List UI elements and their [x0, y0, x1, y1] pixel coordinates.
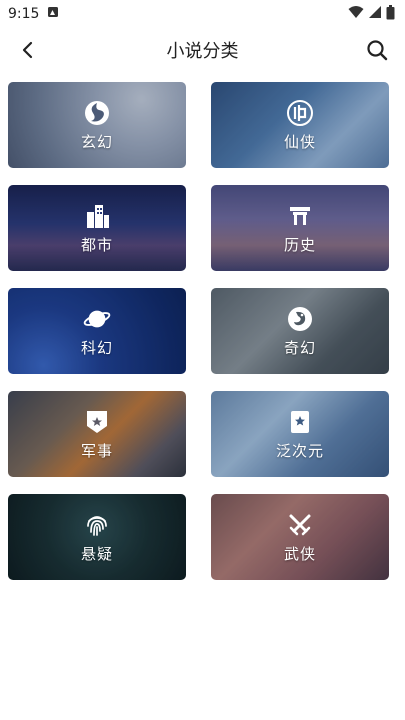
crossed-swords-icon — [286, 511, 314, 539]
category-card-xianxia[interactable]: 仙侠 — [211, 82, 389, 168]
category-label: 科幻 — [80, 338, 113, 357]
category-card-junshi[interactable]: 军事 — [8, 391, 186, 477]
fingerprint-icon — [83, 511, 111, 539]
back-arrow-icon — [22, 41, 33, 59]
dragon-emblem-icon — [286, 305, 314, 333]
category-card-wuxia[interactable]: 武侠 — [211, 494, 389, 580]
category-card-dushi[interactable]: 都市 — [8, 185, 186, 271]
category-label: 仙侠 — [283, 132, 316, 151]
status-bar: 9:15 — [0, 0, 405, 28]
category-label: 奇幻 — [283, 338, 316, 357]
notification-icon — [47, 6, 59, 22]
category-card-fanciyuan[interactable]: 泛次元 — [211, 391, 389, 477]
search-button[interactable] — [361, 34, 393, 66]
cell-signal-icon — [368, 5, 382, 23]
page-header: 小说分类 — [0, 28, 405, 72]
city-buildings-icon — [83, 202, 111, 230]
wifi-icon — [348, 5, 364, 23]
battery-icon — [386, 4, 395, 24]
page-title: 小说分类 — [166, 41, 239, 62]
xian-emblem-icon — [286, 99, 314, 127]
category-label: 历史 — [283, 235, 316, 254]
back-button[interactable] — [12, 34, 44, 66]
category-card-lishi[interactable]: 历史 — [211, 185, 389, 271]
category-label: 悬疑 — [80, 544, 113, 563]
taiji-swirl-icon — [83, 99, 111, 127]
status-time: 9:15 — [8, 6, 40, 22]
category-card-xuanhuan[interactable]: 玄幻 — [8, 82, 186, 168]
planet-icon — [83, 305, 111, 333]
search-icon — [367, 40, 388, 61]
category-label: 都市 — [80, 235, 113, 254]
category-label: 泛次元 — [275, 441, 324, 460]
ancient-gate-icon — [286, 202, 314, 230]
category-label: 军事 — [80, 441, 113, 460]
category-label: 武侠 — [283, 544, 316, 563]
category-grid: 玄幻 仙侠 都市 历史 科幻 奇幻 军事 泛次元 悬疑 武侠 — [0, 72, 405, 580]
category-card-qihuan[interactable]: 奇幻 — [211, 288, 389, 374]
category-card-kehuan[interactable]: 科幻 — [8, 288, 186, 374]
military-badge-icon — [83, 408, 111, 436]
star-card-icon — [286, 408, 314, 436]
category-label: 玄幻 — [80, 132, 113, 151]
category-card-xuanyi[interactable]: 悬疑 — [8, 494, 186, 580]
